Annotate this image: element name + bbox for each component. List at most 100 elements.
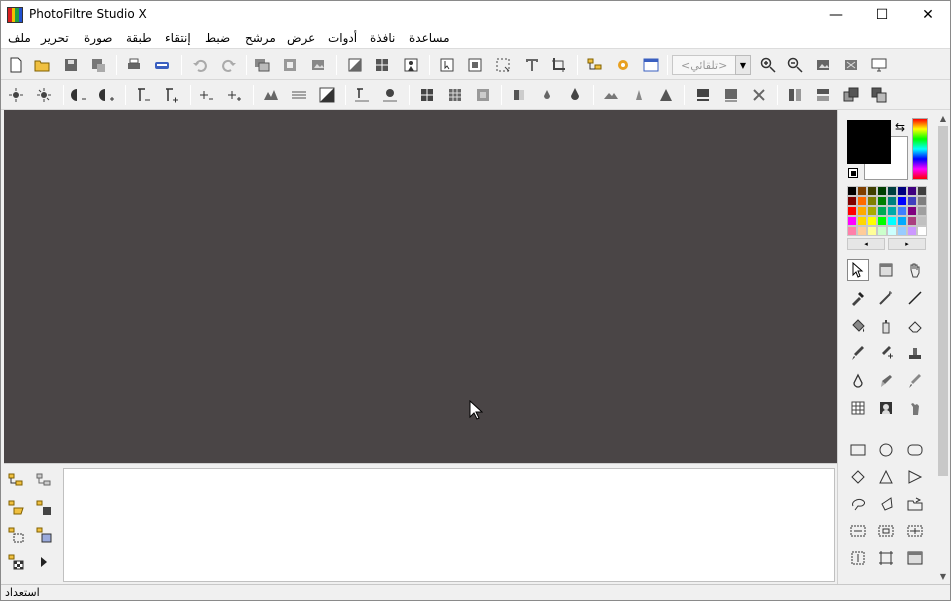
palette-swatch[interactable] xyxy=(847,226,857,236)
undo-icon[interactable] xyxy=(191,56,209,74)
paste-new-icon[interactable] xyxy=(309,56,327,74)
pixelate-filter-icon[interactable] xyxy=(474,86,492,104)
maximize-button[interactable]: ☐ xyxy=(859,1,905,29)
right-triangle-shape-icon[interactable] xyxy=(904,466,926,488)
folder-gray-icon[interactable] xyxy=(35,472,53,490)
palette-swatch[interactable] xyxy=(877,196,887,206)
palette-swatch[interactable] xyxy=(857,196,867,206)
save-icon[interactable] xyxy=(62,56,80,74)
lasso-shape-icon[interactable] xyxy=(847,493,869,515)
palette-swatch[interactable] xyxy=(867,186,877,196)
flip-horizontal-icon[interactable] xyxy=(694,86,712,104)
menu-image[interactable]: صورة xyxy=(84,31,112,45)
minimize-button[interactable]: — xyxy=(813,1,859,29)
fit-window-icon[interactable] xyxy=(842,56,860,74)
advanced-brush-tool-icon[interactable] xyxy=(875,342,897,364)
crop-icon[interactable] xyxy=(550,56,568,74)
menu-tools[interactable]: أدوات xyxy=(328,31,357,45)
select-layer-icon[interactable] xyxy=(438,56,456,74)
menu-window[interactable]: نافذة xyxy=(370,31,395,45)
auto-contrast-icon[interactable] xyxy=(381,86,399,104)
folder-tree-icon[interactable] xyxy=(7,472,25,490)
selection-tool-icon[interactable] xyxy=(847,259,869,281)
redo-icon[interactable] xyxy=(220,56,238,74)
play-arrow-icon[interactable] xyxy=(35,553,53,571)
menu-file[interactable]: ملف xyxy=(8,31,31,45)
rotate-icon[interactable] xyxy=(750,86,768,104)
menu-filter[interactable]: مرشح xyxy=(245,31,276,45)
foreground-color-swatch[interactable] xyxy=(847,120,891,164)
palette-swatch[interactable] xyxy=(897,196,907,206)
save-as-icon[interactable] xyxy=(89,56,107,74)
palette-swatch[interactable] xyxy=(887,196,897,206)
layer-manager-icon[interactable] xyxy=(466,56,484,74)
text-icon[interactable] xyxy=(523,56,541,74)
color-palette[interactable] xyxy=(847,186,927,236)
palette-swatch[interactable] xyxy=(847,186,857,196)
tools-scrollbar[interactable]: ▲ ▼ xyxy=(936,110,950,584)
cone-icon[interactable] xyxy=(630,86,648,104)
spray-tool-icon[interactable] xyxy=(875,315,897,337)
palette-swatch[interactable] xyxy=(917,226,927,236)
open-folder-tree-icon[interactable] xyxy=(7,499,25,517)
magic-wand-tool-icon[interactable] xyxy=(875,287,897,309)
saturation-plus-icon[interactable] xyxy=(225,86,243,104)
diamond-shape-icon[interactable] xyxy=(847,466,869,488)
thumbnail-area[interactable] xyxy=(63,468,835,582)
polygon-shape-icon[interactable] xyxy=(875,493,897,515)
save-folder-icon[interactable] xyxy=(35,499,53,517)
eraser-tool-icon[interactable] xyxy=(904,315,926,337)
clone-brush-tool-icon[interactable] xyxy=(904,370,926,392)
palette-swatch[interactable] xyxy=(877,216,887,226)
smudge-tool-icon[interactable] xyxy=(875,370,897,392)
palette-swatch[interactable] xyxy=(867,216,877,226)
plugins-icon[interactable] xyxy=(614,56,632,74)
ellipse-shape-icon[interactable] xyxy=(875,439,897,461)
palette-swatch[interactable] xyxy=(897,226,907,236)
emboss-icon[interactable] xyxy=(602,86,620,104)
palette-swatch[interactable] xyxy=(917,196,927,206)
palette-swatch[interactable] xyxy=(887,226,897,236)
menu-adjust[interactable]: ضبط xyxy=(205,31,230,45)
levels-icon[interactable] xyxy=(290,86,308,104)
menu-view[interactable]: عرض xyxy=(287,31,315,45)
palette-swatch[interactable] xyxy=(857,186,867,196)
palette-swatch[interactable] xyxy=(847,196,857,206)
copy-image-icon[interactable] xyxy=(253,56,271,74)
select-folder-icon[interactable] xyxy=(7,526,25,544)
finger-tool-icon[interactable] xyxy=(904,397,926,419)
menu-layer[interactable]: طبقة xyxy=(126,31,152,45)
print-icon[interactable] xyxy=(125,56,143,74)
menu-help[interactable]: مساعدة xyxy=(409,31,450,45)
palette-prev-button[interactable]: ◂ xyxy=(847,238,885,250)
open-folder-icon[interactable] xyxy=(33,56,51,74)
mosaic-filter-icon[interactable] xyxy=(446,86,464,104)
stamp-tool-icon[interactable] xyxy=(904,342,926,364)
palette-swatch[interactable] xyxy=(917,216,927,226)
full-screen-icon[interactable] xyxy=(870,56,888,74)
auto-levels-icon[interactable] xyxy=(262,86,280,104)
grid-filter-icon[interactable] xyxy=(418,86,436,104)
flip-vertical-icon[interactable] xyxy=(722,86,740,104)
palette-swatch[interactable] xyxy=(847,206,857,216)
palette-swatch[interactable] xyxy=(877,206,887,216)
saturation-minus-icon[interactable] xyxy=(197,86,215,104)
color-spectrum[interactable] xyxy=(912,118,928,180)
menu-edit[interactable]: تحرير xyxy=(41,31,69,45)
eyedropper-tool-icon[interactable] xyxy=(847,287,869,309)
palette-swatch[interactable] xyxy=(897,206,907,216)
brightness-minus-icon[interactable] xyxy=(7,86,25,104)
close-button[interactable]: ✕ xyxy=(905,1,950,29)
brightness-plus-icon[interactable] xyxy=(35,86,53,104)
palette-swatch[interactable] xyxy=(897,186,907,196)
palette-swatch[interactable] xyxy=(857,226,867,236)
scroll-thumb[interactable] xyxy=(938,126,948,476)
rounded-rectangle-shape-icon[interactable] xyxy=(904,439,926,461)
explorer-icon[interactable] xyxy=(586,56,604,74)
palette-swatch[interactable] xyxy=(867,196,877,206)
sharpen-drop-icon[interactable] xyxy=(566,86,584,104)
palette-swatch[interactable] xyxy=(877,186,887,196)
palette-swatch[interactable] xyxy=(907,206,917,216)
palette-swatch[interactable] xyxy=(917,206,927,216)
hand-tool-icon[interactable] xyxy=(904,259,926,281)
